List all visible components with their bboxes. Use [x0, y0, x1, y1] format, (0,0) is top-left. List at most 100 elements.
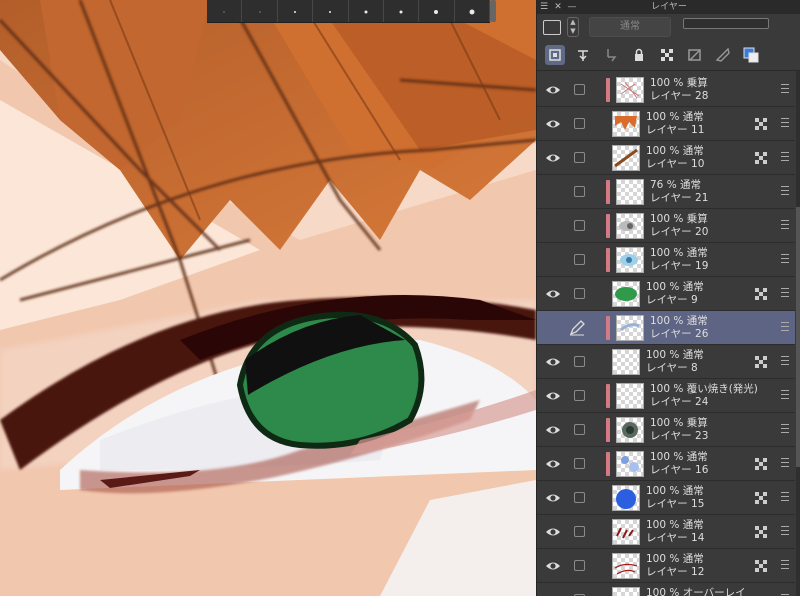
color-icon[interactable]: [741, 45, 761, 65]
layer-blend: 通常: [686, 315, 708, 327]
layer-checkbox[interactable]: [574, 526, 585, 537]
eye-icon[interactable]: [545, 116, 561, 130]
layer-row[interactable]: 100 % 通常 レイヤー 9: [537, 277, 795, 311]
layer-checkbox[interactable]: [574, 220, 585, 231]
lock-transparent-icon[interactable]: [754, 456, 768, 470]
layer-checkbox[interactable]: [574, 560, 585, 571]
layer-list-scrollbar[interactable]: [796, 71, 800, 596]
lock-transparent-icon[interactable]: [754, 286, 768, 300]
layer-checkbox[interactable]: [574, 390, 585, 401]
clip-icon[interactable]: [573, 45, 593, 65]
drag-handle-icon[interactable]: [781, 526, 789, 535]
drag-handle-icon[interactable]: [781, 186, 789, 195]
blend-mode-select[interactable]: 通常: [589, 17, 671, 37]
layer-checkbox[interactable]: [574, 492, 585, 503]
layer-checkbox[interactable]: [574, 254, 585, 265]
layer-checkbox[interactable]: [574, 458, 585, 469]
layer-name: レイヤー 19: [650, 260, 709, 272]
brush-size-8[interactable]: [455, 0, 490, 22]
new-layer-icon[interactable]: [545, 45, 565, 65]
eye-icon[interactable]: [545, 524, 561, 538]
drag-handle-icon[interactable]: [781, 322, 789, 331]
layer-thumbnail: [612, 111, 640, 137]
drag-handle-icon[interactable]: [781, 492, 789, 501]
brush-size-4[interactable]: [313, 0, 349, 22]
eye-icon[interactable]: [545, 82, 561, 96]
opacity-slider[interactable]: [683, 17, 769, 29]
lock-icon[interactable]: [629, 45, 649, 65]
clipping-indicator: [606, 316, 610, 340]
eye-icon[interactable]: [545, 252, 561, 266]
layer-row[interactable]: 100 % 乗算 レイヤー 23: [537, 413, 795, 447]
drag-handle-icon[interactable]: [781, 288, 789, 297]
layer-checkbox[interactable]: [574, 152, 585, 163]
layer-row[interactable]: 100 % 通常 レイヤー 15: [537, 481, 795, 515]
drag-handle-icon[interactable]: [781, 356, 789, 365]
layer-checkbox[interactable]: [574, 118, 585, 129]
layer-row[interactable]: 100 % 通常 レイヤー 26: [537, 311, 795, 345]
brush-size-7[interactable]: [419, 0, 455, 22]
layer-checkbox[interactable]: [574, 424, 585, 435]
layer-row[interactable]: 100 % 通常 レイヤー 10: [537, 141, 795, 175]
reference-icon[interactable]: [601, 45, 621, 65]
eye-icon[interactable]: [545, 592, 561, 596]
layer-list[interactable]: 100 % 乗算 レイヤー 28 100 % 通常 レイヤー 11 100 % 通常 レイ…: [537, 71, 795, 596]
layer-opacity: 100 %: [650, 213, 684, 225]
layer-checkbox[interactable]: [574, 186, 585, 197]
layer-row[interactable]: 100 % 通常 レイヤー 11: [537, 107, 795, 141]
eye-icon[interactable]: [545, 558, 561, 572]
layer-name: レイヤー 26: [650, 328, 709, 340]
lock-transparent-icon[interactable]: [754, 354, 768, 368]
layer-row[interactable]: 100 % 通常 レイヤー 19: [537, 243, 795, 277]
layer-checkbox[interactable]: [574, 356, 585, 367]
layer-checkbox[interactable]: [574, 84, 585, 95]
lock-transparent-icon[interactable]: [754, 524, 768, 538]
drag-handle-icon[interactable]: [781, 560, 789, 569]
eye-icon[interactable]: [545, 388, 561, 402]
drag-handle-icon[interactable]: [781, 118, 789, 127]
layer-row[interactable]: 100 % 乗算 レイヤー 20: [537, 209, 795, 243]
drag-handle-icon[interactable]: [781, 390, 789, 399]
lock-transparent-icon[interactable]: [657, 45, 677, 65]
mask-icon[interactable]: [685, 45, 705, 65]
brush-palette-scrollbar[interactable]: [490, 0, 496, 22]
eye-icon[interactable]: [545, 456, 561, 470]
layer-row[interactable]: 100 % 通常 レイヤー 16: [537, 447, 795, 481]
lock-transparent-icon[interactable]: [754, 150, 768, 164]
eye-icon[interactable]: [545, 184, 561, 198]
drag-handle-icon[interactable]: [781, 254, 789, 263]
layer-checkbox[interactable]: [574, 288, 585, 299]
layer-row[interactable]: 100 % 通常 レイヤー 12: [537, 549, 795, 583]
drag-handle-icon[interactable]: [781, 458, 789, 467]
lock-transparent-icon[interactable]: [754, 558, 768, 572]
layer-row[interactable]: 100 % 覆い焼き(発光) レイヤー 24: [537, 379, 795, 413]
drag-handle-icon[interactable]: [781, 220, 789, 229]
brush-dot-icon: [293, 11, 296, 13]
layer-row[interactable]: 100 % オーバーレイ: [537, 583, 795, 596]
eye-icon[interactable]: [545, 218, 561, 232]
stepper-icon[interactable]: ▲ ▼: [567, 17, 579, 37]
drag-handle-icon[interactable]: [781, 84, 789, 93]
layer-row[interactable]: 100 % 通常 レイヤー 8: [537, 345, 795, 379]
eye-icon[interactable]: [545, 150, 561, 164]
layer-row[interactable]: 100 % 通常 レイヤー 14: [537, 515, 795, 549]
drag-handle-icon[interactable]: [781, 424, 789, 433]
brush-size-2[interactable]: [242, 0, 278, 22]
drawing-canvas[interactable]: [0, 0, 536, 596]
layer-row[interactable]: 76 % 通常 レイヤー 21: [537, 175, 795, 209]
brush-size-3[interactable]: [278, 0, 314, 22]
ruler-icon[interactable]: [713, 45, 733, 65]
layer-fill-icon[interactable]: [543, 19, 561, 35]
eye-icon[interactable]: [545, 490, 561, 504]
eye-icon[interactable]: [545, 320, 561, 334]
eye-icon[interactable]: [545, 422, 561, 436]
brush-size-6[interactable]: [384, 0, 420, 22]
eye-icon[interactable]: [545, 286, 561, 300]
eye-icon[interactable]: [545, 354, 561, 368]
lock-transparent-icon[interactable]: [754, 490, 768, 504]
layer-row[interactable]: 100 % 乗算 レイヤー 28: [537, 73, 795, 107]
drag-handle-icon[interactable]: [781, 152, 789, 161]
brush-size-1[interactable]: [207, 0, 243, 22]
brush-size-5[interactable]: [349, 0, 384, 22]
lock-transparent-icon[interactable]: [754, 116, 768, 130]
